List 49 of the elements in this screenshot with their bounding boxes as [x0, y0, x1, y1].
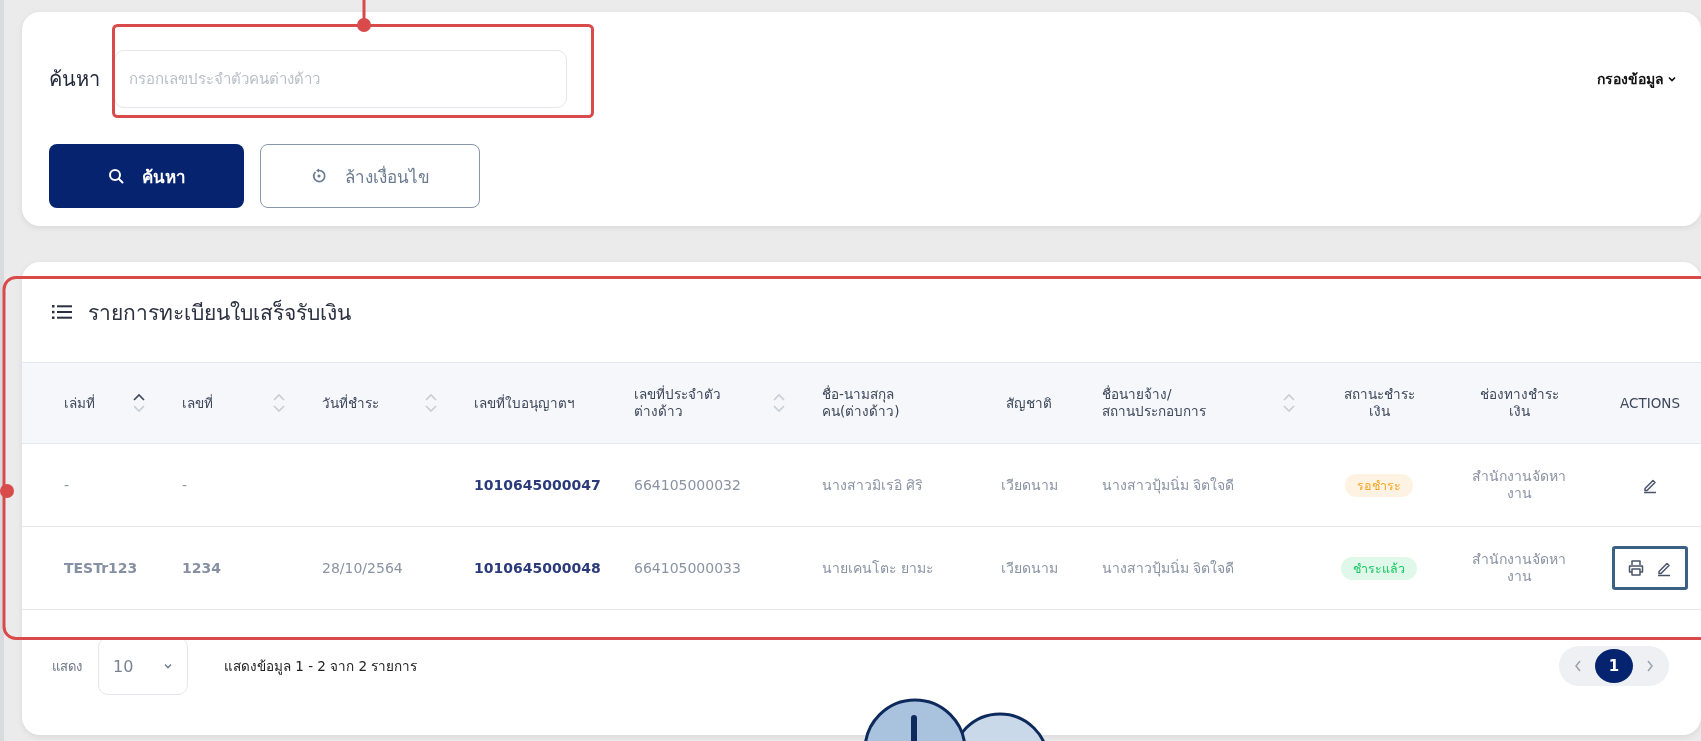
column-header: ช่องทางชำระ เงิน: [1479, 386, 1559, 420]
table-cell: 664105000033: [634, 559, 741, 577]
search-field[interactable]: กรอกเลขประจำตัวคนต่างด้าว: [114, 50, 567, 108]
table-cell: สำนักงานจัดหา งาน: [1472, 468, 1566, 502]
column-header: เล่มที่: [64, 394, 95, 412]
status-badge: ชำระแล้ว: [1341, 556, 1417, 580]
reset-icon: [310, 168, 327, 184]
search-button[interactable]: ค้นหา: [49, 144, 244, 208]
column-header: สัญชาติ: [1006, 394, 1052, 412]
column-header: ชื่อ-นามสกุล คน(ต่างด้าว): [822, 386, 900, 420]
chevron-down-icon: [1667, 74, 1677, 84]
table-cell: เวียดนาม: [1000, 559, 1058, 577]
page-size-select[interactable]: 10: [98, 637, 188, 695]
table-cell: นางสาวปุ้มนิ่ม จิตใจดี: [1102, 476, 1235, 494]
table-cell: เวียดนาม: [1000, 476, 1058, 494]
list-icon: [52, 304, 72, 320]
next-page-button[interactable]: [1645, 659, 1655, 673]
printer-icon: [1627, 559, 1645, 577]
table-cell: 664105000032: [634, 476, 741, 494]
clear-button[interactable]: ล้างเงื่อนไข: [260, 144, 480, 208]
column-header: เลขที่ใบอนุญาตฯ: [474, 394, 575, 412]
column-header: เลขที่: [182, 394, 213, 412]
table-cell: นางสาวปุ้มนิ่ม จิตใจดี: [1102, 559, 1235, 577]
table-cell: สำนักงานจัดหา งาน: [1472, 551, 1566, 585]
license-link[interactable]: 1010645000048: [474, 559, 601, 577]
show-label: แสดง: [52, 657, 82, 676]
table-cell: 1234: [182, 559, 221, 577]
table-cell: นายเคนโตะ ยามะ: [822, 559, 935, 577]
table-cell: 28/10/2564: [322, 559, 403, 577]
table-cell: -: [64, 476, 70, 494]
column-header: ชื่อนายจ้าง/ สถานประกอบการ: [1102, 386, 1206, 420]
chevron-down-icon: [163, 661, 173, 671]
previous-page-button[interactable]: [1573, 659, 1583, 673]
table-title: รายการทะเบียนใบเสร็จรับเงิน: [88, 298, 351, 327]
table-cell: TESTr123: [64, 559, 138, 577]
table-cell: -: [182, 476, 188, 494]
page-button[interactable]: 1: [1595, 649, 1633, 683]
search-label: ค้นหา: [49, 66, 100, 93]
status-badge: รอชำระ: [1345, 473, 1413, 497]
column-header: วันที่ชำระ: [322, 394, 379, 412]
column-header: เลขที่ประจำตัว ต่างด้าว: [634, 386, 721, 420]
results-summary: แสดงข้อมูล 1 - 2 จาก 2 รายการ: [224, 657, 418, 677]
column-header: ACTIONS: [1620, 394, 1680, 412]
search-icon: [107, 168, 124, 184]
license-link[interactable]: 1010645000047: [474, 476, 601, 494]
filter-button[interactable]: กรองข้อมูล: [1597, 68, 1677, 90]
sort-icon[interactable]: [132, 392, 146, 414]
column-header: สถานะชำระ เงิน: [1343, 386, 1415, 420]
table-cell: นางสาวมิเรอิ ศิริ: [822, 476, 924, 494]
